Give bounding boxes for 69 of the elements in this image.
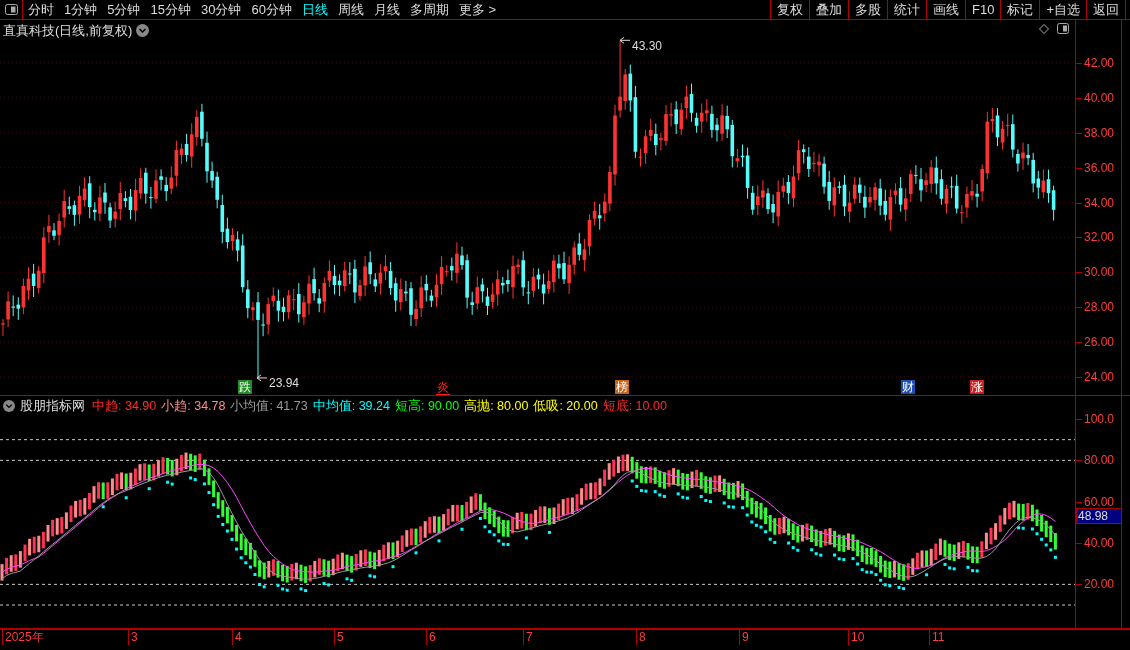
indicator-axis-label: 40.00: [1084, 536, 1115, 550]
date-axis-label: 6: [426, 630, 436, 645]
toolbar-button[interactable]: 叠加: [809, 0, 848, 19]
event-tag[interactable]: 跌: [238, 380, 252, 394]
period-tab[interactable]: 周线: [337, 0, 364, 20]
price-axis-label: 34.00: [1084, 195, 1115, 210]
toolbar-button[interactable]: 多股: [848, 0, 887, 19]
panel-toggle-icon: [4, 4, 18, 15]
chevron-down-icon[interactable]: [3, 400, 15, 413]
chart-title: 直真科技(日线,前复权): [3, 22, 133, 40]
date-axis-label: 11: [929, 630, 945, 645]
event-tag[interactable]: 财: [901, 380, 915, 394]
price-axis-label: 38.00: [1084, 125, 1115, 140]
period-tab[interactable]: 更多 >: [458, 0, 497, 20]
date-axis-label: 7: [523, 630, 533, 645]
price-axis-label: 42.00: [1084, 56, 1115, 70]
period-tab[interactable]: 15分钟: [150, 0, 191, 20]
toolbar-button[interactable]: 画线: [926, 0, 965, 19]
period-tab[interactable]: 1分钟: [64, 0, 98, 20]
indicator-name: 股朋指标网: [20, 398, 85, 415]
indicator-axis-label: 100.0: [1084, 412, 1115, 426]
chevron-down-icon[interactable]: [136, 24, 150, 38]
toolbar-button[interactable]: 返回: [1086, 0, 1125, 19]
high-pointer-arrow: [619, 36, 631, 44]
period-tab[interactable]: 多周期: [409, 0, 449, 20]
toolbar-button[interactable]: +自选: [1039, 0, 1086, 19]
panel-toggle-icon[interactable]: [1057, 23, 1069, 34]
legend-item: 短高: 90.00: [394, 398, 460, 415]
indicator-axis-label: 80.00: [1084, 453, 1115, 468]
toolbar-button[interactable]: 复权: [770, 0, 809, 19]
period-tab[interactable]: 分时: [28, 0, 54, 20]
date-axis-label: 9: [739, 630, 749, 645]
price-axis-label: 32.00: [1084, 230, 1115, 245]
period-tab[interactable]: 30分钟: [200, 0, 242, 20]
toolbar-button[interactable]: 标记: [1000, 0, 1040, 19]
price-axis-label: 26.00: [1084, 335, 1115, 350]
date-axis-label: 10: [848, 630, 865, 645]
event-tag[interactable]: 榜: [615, 380, 629, 394]
legend-item: 中趋: 34.90: [92, 398, 157, 415]
price-axis-label: 40.00: [1084, 90, 1115, 105]
period-tab[interactable]: 月线: [373, 0, 400, 20]
indicator-axis-label: 60.00: [1084, 494, 1115, 509]
event-tag[interactable]: 涨: [970, 380, 984, 394]
period-tab[interactable]: 5分钟: [107, 0, 141, 20]
price-axis-label: 28.00: [1084, 300, 1115, 315]
legend-item: 中均值: 39.24: [312, 398, 390, 415]
toolbar-button[interactable]: F10: [965, 0, 1001, 19]
legend-item: 高抛: 80.00: [464, 398, 529, 415]
toolbar-button[interactable]: 统计: [887, 0, 926, 19]
legend-item: 小均值: 41.73: [230, 398, 308, 415]
date-axis-label: 8: [636, 630, 646, 645]
period-tab[interactable]: 日线: [301, 0, 328, 20]
diamond-icon[interactable]: [1039, 23, 1049, 34]
period-tab[interactable]: 60分钟: [251, 0, 292, 20]
current-value-label: 48.98: [1076, 508, 1122, 524]
date-axis-label: 3: [128, 630, 138, 645]
legend-item: 低吸: 20.00: [533, 398, 598, 415]
legend-item: 小趋: 34.78: [161, 398, 226, 415]
price-axis-label: 30.00: [1084, 265, 1115, 280]
indicator-axis-label: 20.00: [1084, 577, 1115, 592]
low-pointer-arrow: [256, 374, 268, 382]
price-axis-label: 36.00: [1084, 160, 1115, 175]
low-price-label: 23.94: [269, 376, 300, 390]
legend-item: 短底: 10.00: [602, 398, 667, 415]
price-axis-label: 24.00: [1084, 369, 1115, 384]
high-price-label: 43.30: [632, 38, 663, 55]
date-axis-label: 4: [232, 630, 242, 645]
date-axis-label: 5: [334, 630, 344, 645]
date-axis-label: 2025年: [2, 630, 44, 645]
